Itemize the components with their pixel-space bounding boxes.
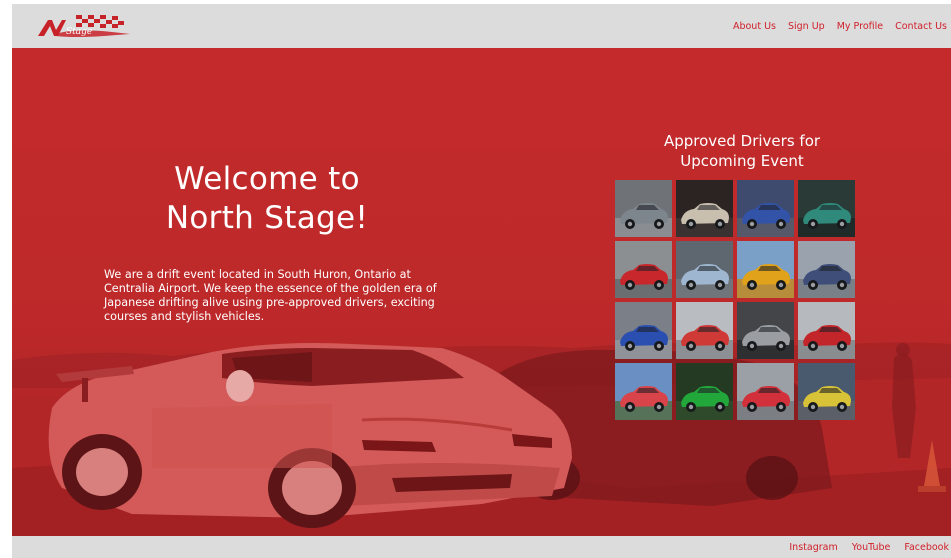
nav-my-profile[interactable]: My Profile [837,21,883,32]
driver-photo-12[interactable] [798,302,855,359]
welcome-line-2: North Stage! [165,200,369,236]
driver-car-image [676,241,733,298]
driver-car-image [737,241,794,298]
driver-car-image [737,302,794,359]
welcome-line-1: Welcome to [174,161,360,197]
hero-section: Welcome to North Stage! We are a drift e… [12,48,951,536]
driver-photo-3[interactable] [737,180,794,237]
driver-photo-14[interactable] [676,363,733,420]
logo-graphic: Stage [38,15,130,37]
nav-about-us[interactable]: About Us [733,21,776,32]
footer-link-youtube[interactable]: YouTube [852,542,891,553]
svg-text:Stage: Stage [66,27,92,37]
nav-contact-us[interactable]: Contact Us [895,21,947,32]
driver-car-image [676,363,733,420]
driver-car-image [615,302,672,359]
driver-car-image [615,241,672,298]
footer-link-facebook[interactable]: Facebook [904,542,949,553]
site-header: Stage About Us Sign Up My Profile Contac… [12,4,951,48]
driver-photo-15[interactable] [737,363,794,420]
approved-drivers-heading: Approved Drivers for Upcoming Event [632,131,852,171]
driver-car-image [615,180,672,237]
driver-photo-1[interactable] [615,180,672,237]
intro-paragraph: We are a drift event located in South Hu… [104,268,437,323]
north-stage-logo[interactable]: Stage [34,12,134,40]
driver-car-image [737,363,794,420]
driver-photo-8[interactable] [798,241,855,298]
driver-photo-5[interactable] [615,241,672,298]
drivers-title-line-1: Approved Drivers for [663,132,821,150]
driver-photo-6[interactable] [676,241,733,298]
driver-photo-2[interactable] [676,180,733,237]
driver-photo-9[interactable] [615,302,672,359]
approved-drivers-grid [615,180,857,424]
driver-car-image [676,302,733,359]
driver-car-image [798,180,855,237]
nav-sign-up[interactable]: Sign Up [788,21,825,32]
driver-photo-7[interactable] [737,241,794,298]
footer-link-instagram[interactable]: Instagram [789,542,837,553]
driver-car-image [798,302,855,359]
driver-photo-10[interactable] [676,302,733,359]
welcome-heading: Welcome to North Stage! [122,160,412,238]
driver-car-image [798,363,855,420]
driver-photo-4[interactable] [798,180,855,237]
page-frame: Stage About Us Sign Up My Profile Contac… [12,4,951,558]
drivers-title-line-2: Upcoming Event [680,152,804,170]
main-nav: About Us Sign Up My Profile Contact Us [733,4,951,48]
driver-photo-11[interactable] [737,302,794,359]
driver-photo-16[interactable] [798,363,855,420]
driver-car-image [615,363,672,420]
site-footer: Instagram YouTube Facebook [12,536,951,558]
driver-photo-13[interactable] [615,363,672,420]
driver-car-image [798,241,855,298]
driver-car-image [676,180,733,237]
driver-car-image [737,180,794,237]
